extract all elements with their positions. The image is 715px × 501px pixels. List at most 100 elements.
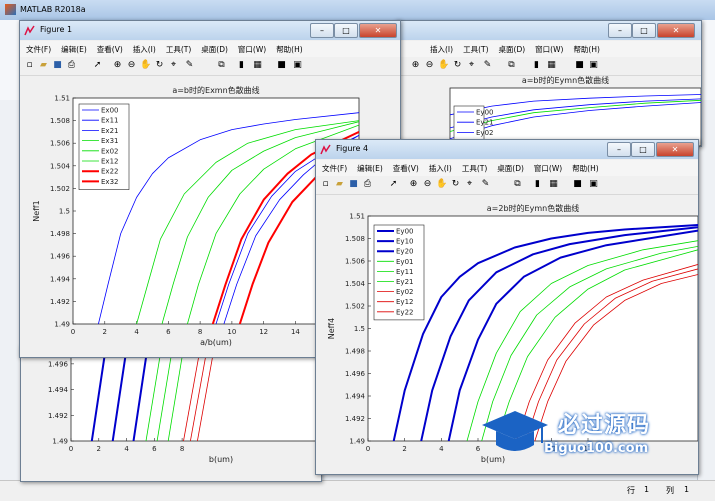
rotate-icon[interactable]: ↻ (450, 179, 461, 190)
print-icon[interactable]: ⎙ (362, 179, 373, 190)
zoom-out-icon[interactable]: ⊖ (126, 60, 137, 71)
figure1-toolbar: ▫ ▰ ■ ⎙ ➚ ⊕ ⊖ ✋ ↻ ⌖ ✎ ⧉ ▮ ▦ ■ ▣ (20, 57, 400, 76)
watermark: 必过源码 Biguo100.com (478, 403, 678, 465)
menu-insert[interactable]: 插入(I) (127, 41, 160, 55)
plottools-icon[interactable]: ■ (276, 60, 287, 71)
menu-insert[interactable]: 插入(I) (423, 160, 456, 174)
new-figure-icon[interactable]: ▫ (320, 179, 331, 190)
legend-label: Ex32 (101, 178, 118, 186)
menu-help[interactable]: 帮助(H) (566, 160, 603, 174)
menu-help[interactable]: 帮助(H) (270, 41, 307, 55)
zoom-in-icon[interactable]: ⊕ (112, 60, 123, 71)
brush-icon[interactable]: ✎ (480, 179, 491, 190)
y-tick-label: 1.508 (50, 117, 70, 125)
figure3-window[interactable]: 0 2 4 6 8 1.49 1.492 1.494 1.496 b(um) (20, 345, 322, 482)
print-icon[interactable]: ⎙ (66, 60, 77, 71)
plottools-icon[interactable]: ■ (574, 60, 585, 71)
menu-view[interactable]: 查看(V) (387, 160, 423, 174)
open-file-icon[interactable]: ▰ (334, 179, 345, 190)
menu-file[interactable]: 文件(F) (20, 41, 55, 55)
y-tick-label: 1.508 (345, 235, 365, 243)
menu-tools[interactable]: 工具(T) (457, 41, 492, 55)
zoom-in-icon[interactable]: ⊕ (408, 179, 419, 190)
dock-icon[interactable]: ▣ (292, 60, 303, 71)
minimize-button[interactable]: – (310, 23, 334, 38)
x-tick-label: 8 (198, 328, 202, 336)
y-tick-label: 1.49 (52, 438, 68, 446)
y-tick-label: 1.49 (54, 321, 70, 329)
datacursor-icon[interactable]: ⌖ (168, 60, 179, 71)
plottools-icon[interactable]: ■ (572, 179, 583, 190)
x-tick-label: 0 (69, 445, 73, 453)
menu-desktop[interactable]: 桌面(D) (493, 41, 530, 55)
legend-label: Ey21 (476, 119, 493, 127)
rotate-icon[interactable]: ↻ (154, 60, 165, 71)
datacursor-icon[interactable]: ⌖ (466, 60, 477, 71)
figure2-titlebar[interactable]: – □ ✕ (396, 21, 701, 40)
dock-icon[interactable]: ▣ (588, 179, 599, 190)
close-button[interactable]: ✕ (657, 23, 695, 38)
pan-icon[interactable]: ✋ (140, 60, 151, 71)
figure2-window[interactable]: – □ ✕ 插入(I) 工具(T) 桌面(D) 窗口(W) 帮助(H) ⊕ ⊖ ✋ ↻ … (395, 20, 702, 147)
maximize-button[interactable]: □ (631, 142, 655, 157)
x-tick-label: 6 (152, 445, 157, 453)
dock-icon[interactable]: ▣ (588, 60, 599, 71)
edit-plot-icon[interactable]: ➚ (92, 60, 103, 71)
menu-window[interactable]: 窗口(W) (232, 41, 270, 55)
maximize-button[interactable]: □ (334, 23, 358, 38)
legend-label: Ey00 (476, 109, 493, 117)
menu-tools[interactable]: 工具(T) (160, 41, 195, 55)
menu-help[interactable]: 帮助(H) (567, 41, 604, 55)
menu-file[interactable]: 文件(F) (316, 160, 351, 174)
pan-icon[interactable]: ✋ (438, 60, 449, 71)
save-icon[interactable]: ■ (52, 60, 63, 71)
colorbar-icon[interactable]: ▮ (532, 179, 543, 190)
menu-desktop[interactable]: 桌面(D) (491, 160, 528, 174)
legend-icon[interactable]: ▦ (252, 60, 263, 71)
menu-insert[interactable]: 插入(I) (424, 41, 457, 55)
axes-box (70, 350, 321, 442)
y-tick-label: 1.49 (349, 438, 365, 446)
figure1-titlebar[interactable]: Figure 1 – □ ✕ (20, 21, 400, 40)
maximize-button[interactable]: □ (632, 23, 656, 38)
menu-edit[interactable]: 编辑(E) (55, 41, 91, 55)
status-bar: 行 1 列 1 (0, 480, 715, 501)
open-file-icon[interactable]: ▰ (38, 60, 49, 71)
zoom-out-icon[interactable]: ⊖ (424, 60, 435, 71)
y-tick-label: 1.492 (48, 412, 68, 420)
colorbar-icon[interactable]: ▮ (236, 60, 247, 71)
close-button[interactable]: ✕ (656, 142, 694, 157)
colorbar-icon[interactable]: ▮ (531, 60, 542, 71)
zoom-out-icon[interactable]: ⊖ (422, 179, 433, 190)
menu-window[interactable]: 窗口(W) (529, 41, 567, 55)
brush-icon[interactable]: ✎ (482, 60, 493, 71)
rotate-icon[interactable]: ↻ (452, 60, 463, 71)
menu-tools[interactable]: 工具(T) (456, 160, 491, 174)
zoom-in-icon[interactable]: ⊕ (410, 60, 421, 71)
axes-box (449, 87, 701, 146)
new-figure-icon[interactable]: ▫ (24, 60, 35, 71)
figure4-titlebar[interactable]: Figure 4 – □ ✕ (316, 140, 698, 159)
chart-title: a=b时的Exmn色散曲线 (172, 85, 259, 95)
menu-view[interactable]: 查看(V) (91, 41, 127, 55)
menu-desktop[interactable]: 桌面(D) (195, 41, 232, 55)
link-icon[interactable]: ⧉ (216, 60, 227, 71)
legend-icon[interactable]: ▦ (548, 179, 559, 190)
edit-plot-icon[interactable]: ➚ (388, 179, 399, 190)
legend-icon[interactable]: ▦ (546, 60, 557, 71)
close-button[interactable]: ✕ (359, 23, 397, 38)
menu-edit[interactable]: 编辑(E) (351, 160, 387, 174)
legend-label: Ex22 (101, 168, 118, 176)
x-axis-label: b(um) (209, 455, 233, 464)
menu-window[interactable]: 窗口(W) (528, 160, 566, 174)
x-tick-label: 0 (71, 328, 75, 336)
row-label: 行 (627, 486, 635, 495)
link-icon[interactable]: ⧉ (506, 60, 517, 71)
datacursor-icon[interactable]: ⌖ (464, 179, 475, 190)
minimize-button[interactable]: – (608, 23, 632, 38)
pan-icon[interactable]: ✋ (436, 179, 447, 190)
save-icon[interactable]: ■ (348, 179, 359, 190)
link-icon[interactable]: ⧉ (512, 179, 523, 190)
minimize-button[interactable]: – (607, 142, 631, 157)
brush-icon[interactable]: ✎ (184, 60, 195, 71)
